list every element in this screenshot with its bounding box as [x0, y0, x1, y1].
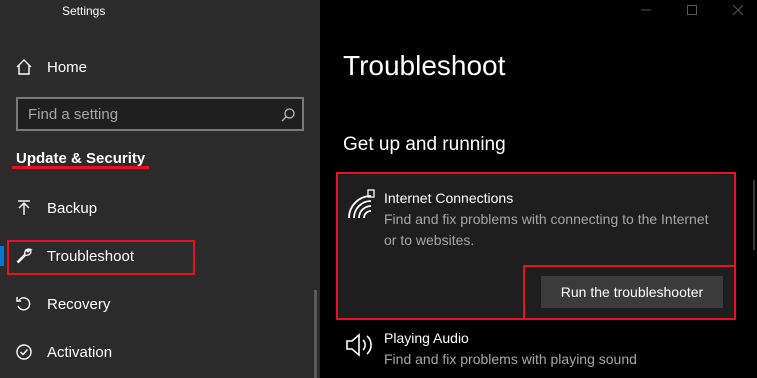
sidebar: Settings Home Update & Security Backup T… [0, 0, 320, 378]
page-title: Troubleshoot [343, 50, 506, 81]
home-icon [14, 57, 34, 77]
main-scrollbar[interactable] [753, 180, 755, 250]
sidebar-item-backup[interactable]: Backup [0, 188, 320, 228]
run-troubleshooter-button[interactable]: Run the troubleshooter [541, 276, 723, 308]
minimize-icon[interactable] [639, 3, 653, 17]
section-heading: Get up and running [343, 134, 506, 155]
sidebar-item-label: Home [47, 58, 88, 76]
sidebar-item-label: Recovery [47, 295, 111, 313]
speaker-icon [344, 330, 374, 360]
maximize-icon[interactable] [685, 3, 699, 17]
search-input[interactable] [18, 99, 272, 129]
activation-check-icon [14, 342, 34, 362]
app-title: Settings [62, 4, 106, 18]
recovery-icon [14, 294, 34, 314]
sidebar-item-activation[interactable]: Activation [0, 332, 320, 372]
wifi-signal-icon [346, 188, 376, 222]
window-controls [639, 0, 745, 20]
main-content: Troubleshoot Get up and running Internet… [320, 0, 757, 378]
annotation-underline [12, 166, 149, 169]
annotation-box [7, 240, 195, 275]
sidebar-item-label: Activation [47, 343, 113, 361]
sidebar-scrollbar[interactable] [314, 290, 317, 378]
troubleshooter-description: Find and fix problems with connecting to… [384, 211, 709, 248]
sidebar-item-home[interactable]: Home [0, 47, 320, 87]
section-heading: Update & Security [16, 150, 146, 167]
close-icon[interactable] [731, 3, 745, 17]
troubleshooter-title: Playing Audio [384, 330, 469, 346]
sidebar-item-label: Backup [47, 199, 98, 217]
troubleshooter-title: Internet Connections [384, 190, 514, 206]
troubleshooter-item-audio[interactable]: Playing Audio Find and fix problems with… [336, 324, 736, 378]
search-icon[interactable] [278, 105, 298, 125]
search-field[interactable] [16, 97, 304, 131]
sidebar-item-recovery[interactable]: Recovery [0, 284, 320, 324]
backup-arrow-icon [14, 198, 34, 218]
troubleshooter-description: Find and fix problems with playing sound [384, 351, 637, 367]
